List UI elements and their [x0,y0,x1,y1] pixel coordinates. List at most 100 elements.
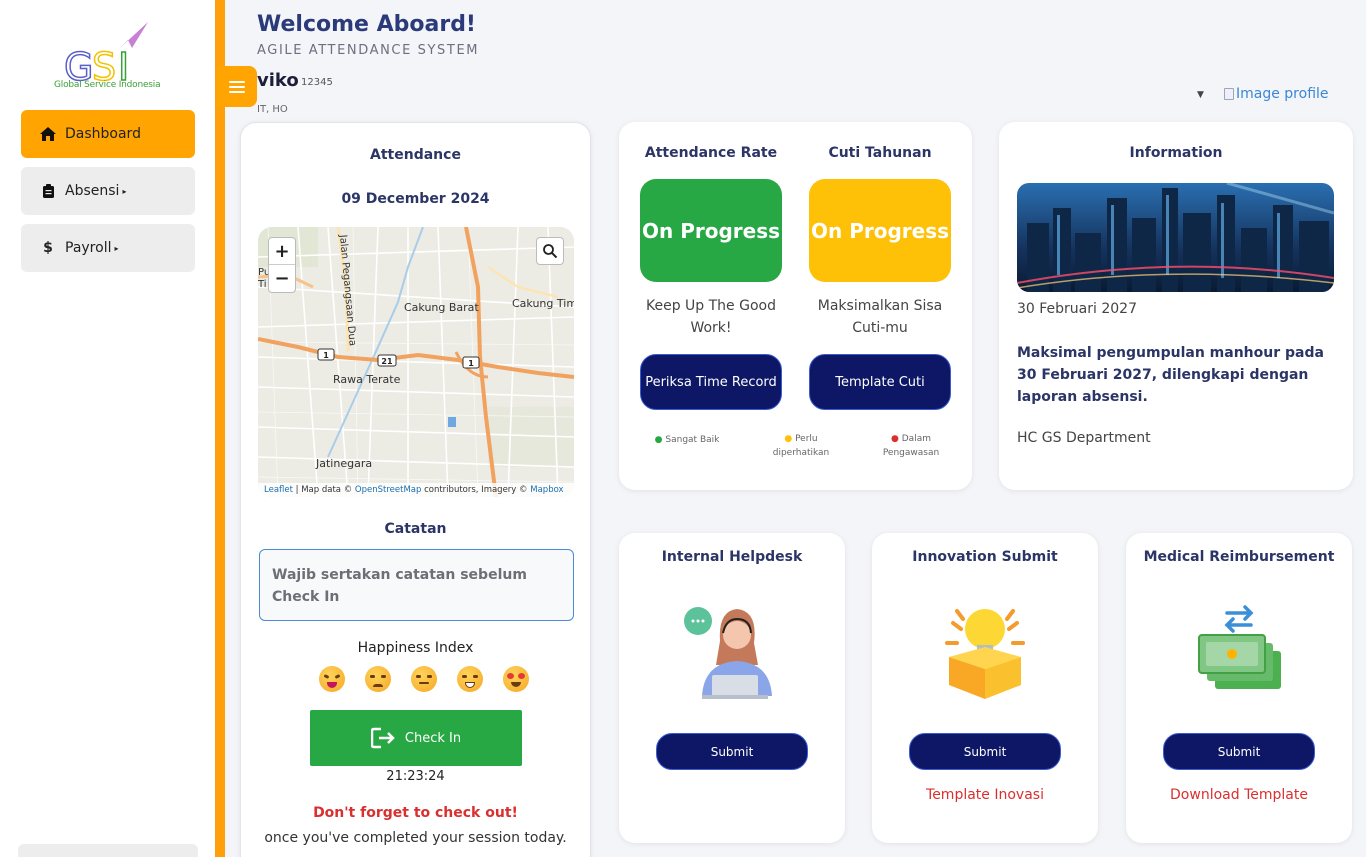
gsi-logo-mark: G S I [63,22,148,90]
menu-toggle-button[interactable] [217,66,257,107]
attendance-card: Attendance 09 December 2024 1 21 1 Cakun… [240,122,591,857]
emoji-sad-icon[interactable] [365,666,391,692]
zoom-in-button[interactable]: + [269,238,295,266]
dollar-icon: $ [43,240,53,256]
svg-text:S: S [92,45,116,82]
current-time: 21:23:24 [386,769,445,784]
emoji-love-icon[interactable] [503,666,529,692]
happiness-title: Happiness Index [357,640,474,656]
gsi-logo[interactable]: G S I Global Service Indonesia [50,20,170,96]
medical-card: Medical Reimbursement Submit Download Te… [1126,533,1352,843]
home-icon [39,127,57,141]
sign-in-icon [370,727,395,749]
cuti-title: Cuti Tahunan [828,145,932,161]
attendance-title: Attendance [370,147,461,163]
attribution-text: contributors, Imagery © [421,485,531,495]
innovation-card: Innovation Submit Submit Template Inovas… [872,533,1098,843]
svg-text:I: I [118,45,129,82]
medical-submit-button[interactable]: Submit [1163,733,1315,770]
cuti-status-badge: On Progress [809,179,951,282]
cuti-message: Maksimalkan Sisa Cuti-mu [817,298,943,336]
user-dept: IT, HO [257,104,288,115]
attendance-rate-title: Attendance Rate [644,145,778,161]
sidebar-item-label: Payroll [65,240,112,256]
notes-title: Catatan [384,521,447,537]
checkout-reminder: Don't forget to check out! [313,805,518,821]
medical-title: Medical Reimbursement [1143,549,1335,565]
skyline-illustration [1017,183,1334,292]
logo-text: Global Service Indonesia [54,80,161,90]
check-in-button[interactable]: Check In [310,710,522,766]
svg-text:Jatinegara: Jatinegara [315,457,372,470]
hamburger-icon [229,80,245,93]
template-inovasi-link[interactable]: Template Inovasi [872,787,1098,803]
profile-dropdown-caret-icon[interactable]: ▼ [1197,90,1204,100]
helpdesk-title: Internal Helpdesk [661,549,803,565]
helpdesk-agent-icon [682,601,782,701]
svg-text:Ti: Ti [258,279,267,290]
legend-dot-icon: ● [654,435,663,445]
sidebar-footer-item[interactable] [18,844,198,857]
information-card: Information 30 Februari 2027 Maksimal pe… [999,122,1353,490]
innovation-title: Innovation Submit [912,549,1058,565]
check-in-label: Check In [404,730,462,746]
attribution-text: | Map data © [292,485,355,495]
emoji-tired-icon[interactable] [319,666,345,692]
submenu-caret-icon: ▸ [122,186,127,196]
leaflet-link[interactable]: Leaflet [264,485,293,495]
user-id: 12345 [301,77,333,88]
osm-link[interactable]: OpenStreetMap [355,485,421,495]
user-name: viko [257,70,299,91]
sidebar-item-absensi[interactable]: Absensi ▸ [21,167,195,215]
idea-box-icon [935,601,1035,701]
check-time-record-button[interactable]: Periksa Time Record [640,354,782,410]
svg-text:Cakung Barat: Cakung Barat [404,301,479,314]
information-title: Information [1129,145,1223,161]
map-tiles: 1 21 1 Cakung Barat Cakung Tim Rawa Tera… [258,227,574,497]
sidebar-item-dashboard[interactable]: Dashboard [21,110,195,158]
legend-label: Perlu diperhatikan [772,434,830,458]
sidebar-item-payroll[interactable]: $ Payroll ▸ [21,224,195,272]
helpdesk-submit-button[interactable]: Submit [656,733,808,770]
svg-text:Rawa Terate: Rawa Terate [333,373,401,386]
legend-dot-icon: ● [891,434,899,444]
map-search-button[interactable] [536,237,564,265]
submenu-caret-icon: ▸ [114,243,119,253]
broken-image-icon [1224,88,1234,100]
information-text: Maksimal pengumpulan manhour pada 30 Feb… [1017,345,1324,405]
innovation-submit-button[interactable]: Submit [909,733,1061,770]
magnifier-icon [543,244,558,259]
zoom-out-button[interactable]: − [269,265,295,292]
sidebar-item-label: Dashboard [65,126,141,142]
profile-image-alt: Image profile [1236,86,1329,102]
svg-text:1: 1 [468,359,474,368]
helpdesk-card: Internal Helpdesk Submit [619,533,845,843]
information-date: 30 Februari 2027 [1017,301,1137,317]
city-skyline-image [1017,183,1334,292]
map-attribution: Leaflet | Map data © OpenStreetMap contr… [258,483,574,497]
attendance-status-badge: On Progress [640,179,782,282]
svg-text:G: G [64,45,93,82]
page-subtitle: AGILE ATTENDANCE SYSTEM [257,43,480,58]
notes-input[interactable]: Wajib sertakan catatan sebelum Check In [259,549,574,621]
location-map[interactable]: 1 21 1 Cakung Barat Cakung Tim Rawa Tera… [258,227,574,497]
profile-image[interactable]: Image profile [1224,86,1329,102]
mapbox-link[interactable]: Mapbox [530,485,563,495]
download-template-link[interactable]: Download Template [1126,787,1352,803]
emoji-neutral-icon[interactable] [411,666,437,692]
legend-item: ● Sangat Baik [647,433,727,447]
template-cuti-button[interactable]: Template Cuti [809,354,951,410]
legend-label: Sangat Baik [665,435,720,445]
money-transfer-icon [1189,601,1289,701]
emoji-happy-icon[interactable] [457,666,483,692]
clipboard-icon [39,184,57,198]
sidebar: G S I Global Service Indonesia Dashboard… [0,0,215,857]
attendance-message: Keep Up The Good Work! [646,298,776,336]
page-title: Welcome Aboard! [257,12,476,37]
information-dept: HC GS Department [1017,430,1151,446]
svg-text:Cakung Tim: Cakung Tim [512,297,574,310]
attendance-date: 09 December 2024 [341,191,490,207]
attendance-rate-card: Attendance Rate On Progress Keep Up The … [619,122,972,490]
legend-item: ● Dalam Pengawasan [871,432,951,460]
happiness-emoji-row [319,666,529,692]
